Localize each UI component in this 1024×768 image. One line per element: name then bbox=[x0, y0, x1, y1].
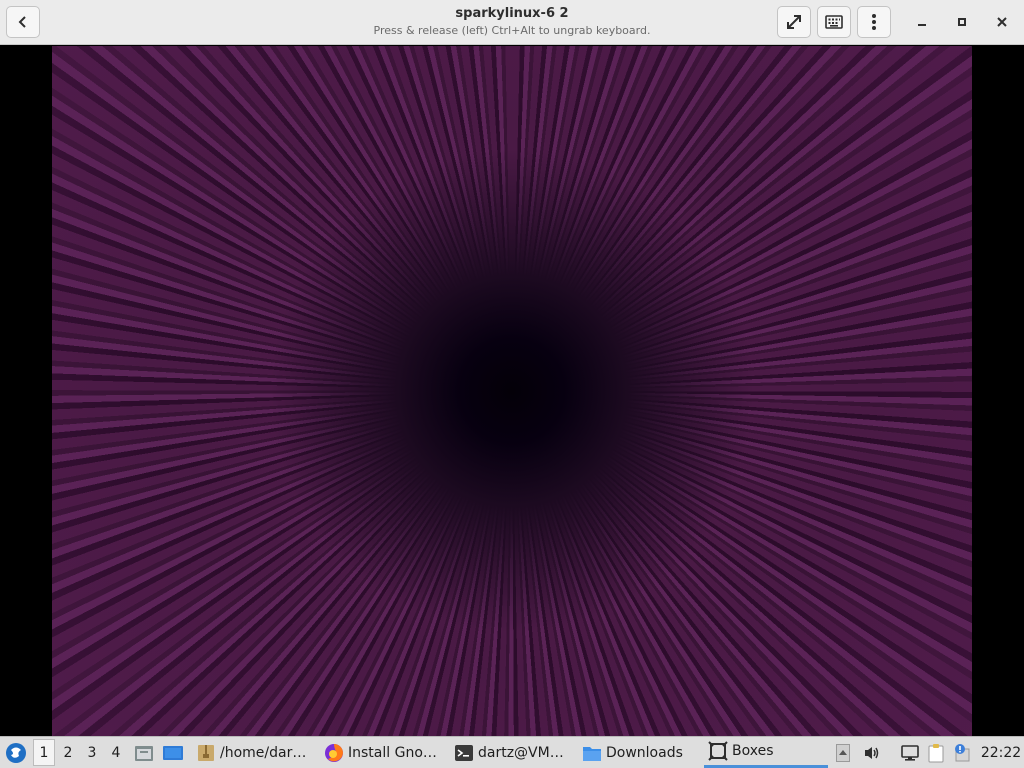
workspace-3[interactable]: 3 bbox=[81, 737, 103, 768]
arrow-up-icon bbox=[836, 743, 850, 762]
file-manager-icon bbox=[135, 745, 153, 761]
taskbar: 1 2 3 4 /home/dar… Install Gno… dartz@VM… bbox=[0, 736, 1024, 768]
maximize-button[interactable] bbox=[950, 9, 974, 35]
task-label: dartz@VM… bbox=[478, 744, 564, 761]
workspace-4[interactable]: 4 bbox=[105, 737, 127, 768]
terminal-icon bbox=[454, 743, 474, 763]
fullscreen-button[interactable] bbox=[777, 6, 811, 38]
sparky-logo-icon bbox=[6, 742, 26, 763]
task-downloads[interactable]: Downloads bbox=[578, 737, 698, 768]
close-button[interactable] bbox=[990, 9, 1014, 35]
boxes-icon bbox=[708, 741, 728, 761]
clock[interactable]: 22:22 bbox=[980, 737, 1022, 768]
task-firefox[interactable]: Install Gno… bbox=[320, 737, 444, 768]
task-label: Boxes bbox=[732, 743, 774, 759]
firefox-icon bbox=[324, 743, 344, 763]
send-keys-button[interactable] bbox=[817, 6, 851, 38]
network-icon bbox=[901, 744, 919, 761]
header-bar: sparkylinux-6 2 Press & release (left) C… bbox=[0, 0, 1024, 45]
more-vertical-icon bbox=[872, 14, 876, 30]
clipboard-icon bbox=[928, 743, 944, 762]
chevron-left-icon bbox=[18, 16, 26, 28]
workspace-2[interactable]: 2 bbox=[57, 737, 79, 768]
window-title: sparkylinux-6 2 bbox=[455, 6, 569, 21]
menu-button[interactable] bbox=[857, 6, 891, 38]
window-subtitle: Press & release (left) Ctrl+Alt to ungra… bbox=[373, 24, 651, 37]
notification-icon bbox=[955, 743, 970, 761]
task-home-folder[interactable]: /home/dar… bbox=[192, 737, 310, 768]
volume-icon bbox=[865, 746, 879, 759]
network-tray-icon[interactable] bbox=[898, 737, 922, 768]
app-menu-button[interactable] bbox=[4, 737, 28, 768]
task-label: Downloads bbox=[606, 744, 683, 761]
back-button[interactable] bbox=[6, 6, 40, 38]
task-terminal[interactable]: dartz@VM… bbox=[450, 737, 574, 768]
task-label: /home/dar… bbox=[220, 744, 307, 761]
workspace-1[interactable]: 1 bbox=[33, 739, 55, 766]
volume-tray-icon[interactable] bbox=[860, 737, 884, 768]
desktop-icon bbox=[163, 745, 183, 760]
file-manager-launcher[interactable] bbox=[133, 737, 155, 768]
clipboard-tray-icon[interactable] bbox=[924, 737, 948, 768]
minimize-icon bbox=[918, 24, 926, 26]
archive-folder-icon bbox=[196, 743, 216, 763]
tray-scroll-button[interactable] bbox=[834, 737, 852, 768]
task-boxes[interactable]: Boxes bbox=[704, 737, 828, 768]
updates-tray-icon[interactable] bbox=[950, 737, 974, 768]
folder-icon bbox=[582, 744, 602, 762]
close-icon bbox=[997, 17, 1007, 27]
task-label: Install Gno… bbox=[348, 744, 437, 761]
minimize-button[interactable] bbox=[910, 9, 934, 35]
expand-icon bbox=[787, 15, 801, 29]
vm-display[interactable] bbox=[52, 46, 972, 736]
show-desktop-launcher[interactable] bbox=[161, 737, 185, 768]
maximize-icon bbox=[958, 18, 966, 26]
keyboard-icon bbox=[825, 15, 843, 29]
